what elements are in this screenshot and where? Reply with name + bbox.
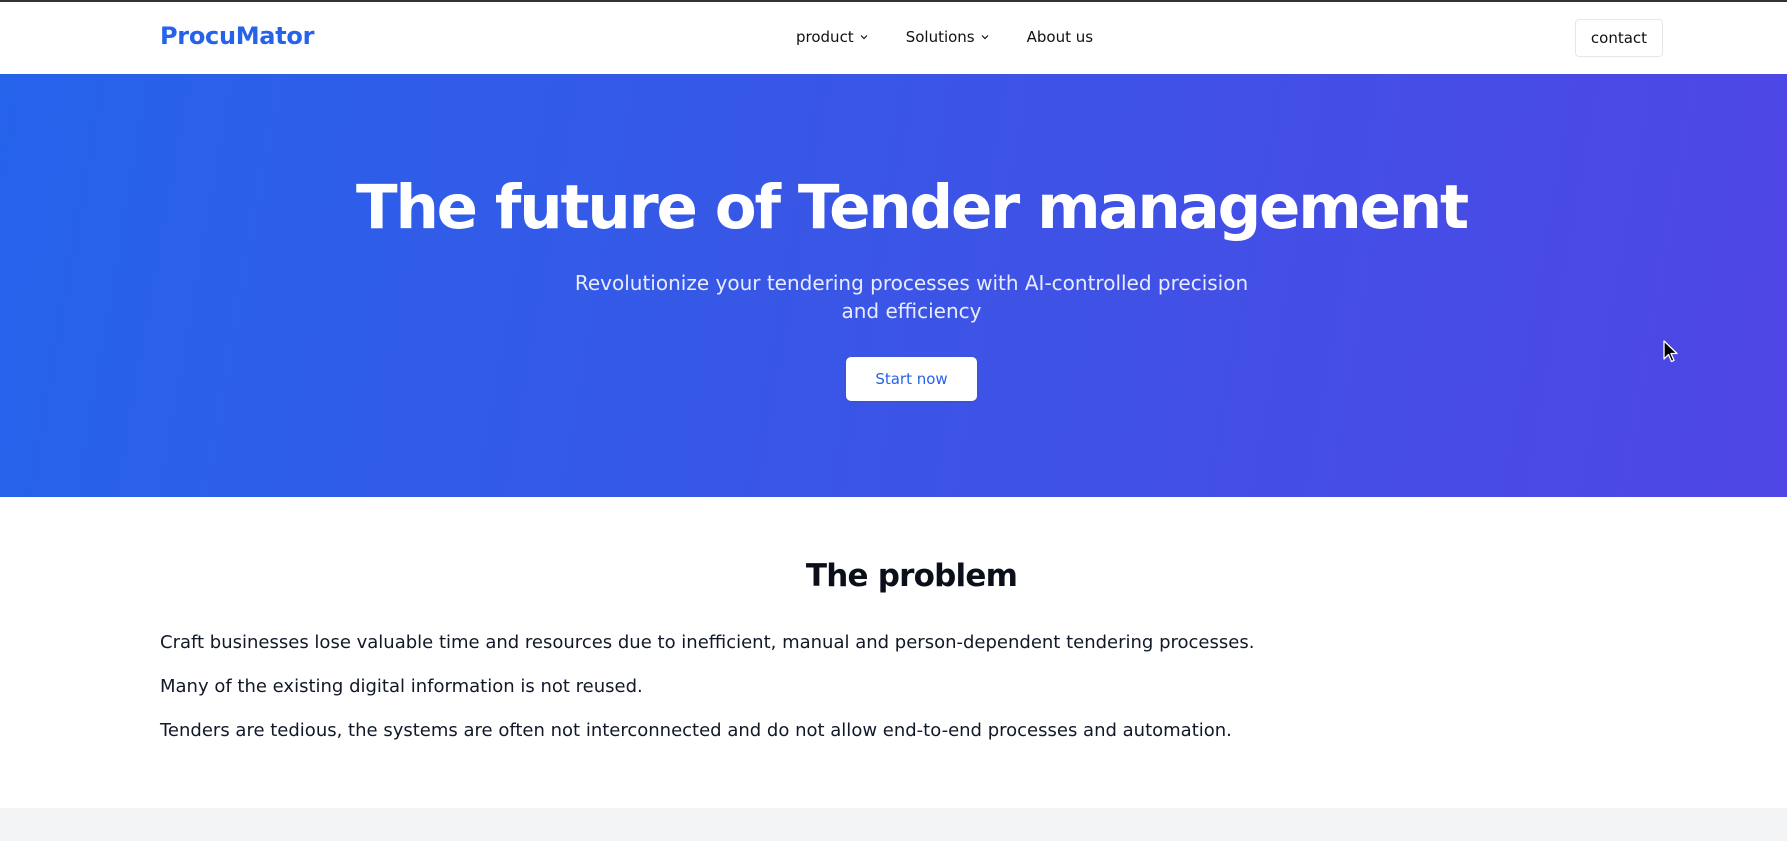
- chevron-down-icon: [860, 33, 868, 41]
- problem-title: The problem: [805, 558, 1018, 594]
- nav-item-product[interactable]: product: [796, 28, 868, 46]
- start-now-button[interactable]: Start now: [846, 357, 977, 401]
- site-header: ProcuMator product Solutions About us co…: [0, 2, 1787, 74]
- main-nav: product Solutions About us: [796, 28, 1131, 46]
- problem-paragraph: Craft businesses lose valuable time and …: [160, 632, 1255, 653]
- nav-item-label: About us: [1026, 28, 1094, 46]
- mouse-pointer-icon: [1663, 340, 1679, 364]
- nav-item-label: product: [796, 28, 854, 46]
- hero-section: The future of Tender management Revoluti…: [0, 74, 1787, 497]
- contact-button[interactable]: contact: [1575, 19, 1663, 57]
- logo[interactable]: ProcuMator: [160, 22, 314, 50]
- hero-subtitle: Revolutionize your tendering processes w…: [574, 271, 1249, 323]
- hero-title: The future of Tender management: [356, 172, 1469, 243]
- nav-item-label: Solutions: [905, 28, 975, 46]
- nav-item-solutions[interactable]: Solutions: [906, 28, 989, 46]
- chevron-down-icon: [981, 33, 989, 41]
- nav-item-about-us[interactable]: About us: [1027, 28, 1093, 46]
- problem-paragraph: Tenders are tedious, the systems are oft…: [160, 720, 1232, 741]
- next-section-band: [0, 808, 1787, 841]
- problem-paragraph: Many of the existing digital information…: [160, 676, 643, 697]
